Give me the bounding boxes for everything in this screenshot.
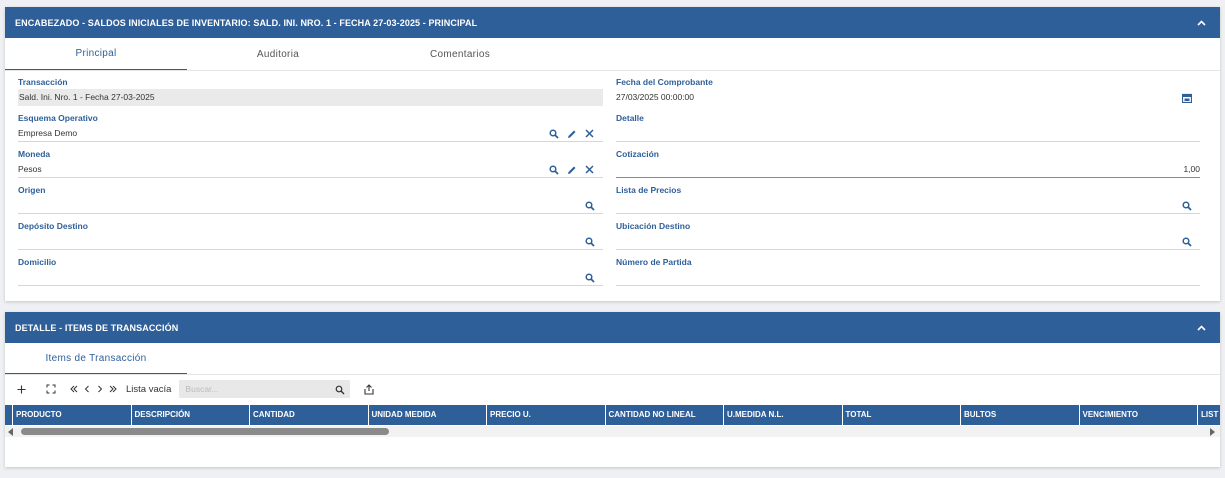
scroll-left-icon[interactable] bbox=[8, 428, 13, 436]
moneda-field: Moneda Pesos bbox=[18, 143, 603, 179]
grid-status: Lista vacía bbox=[126, 383, 172, 395]
ubicacion-label: Ubicación Destino bbox=[616, 221, 691, 231]
edit-icon[interactable] bbox=[566, 164, 577, 175]
horizontal-scrollbar[interactable] bbox=[5, 426, 1220, 437]
detail-panel-title: DETALLE - ITEMS DE TRANSACCIÓN bbox=[15, 322, 179, 333]
column-descripcion[interactable]: DESCRIPCIÓN bbox=[130, 405, 250, 425]
detail-tabs: Items de Transacción bbox=[5, 343, 1220, 375]
column-umedida-nl[interactable]: U.MEDIDA N.L. bbox=[723, 405, 842, 425]
fecha-input[interactable]: 27/03/2025 00:00:00 bbox=[616, 89, 1200, 106]
esquema-label: Esquema Operativo bbox=[18, 113, 98, 123]
prev-page-icon[interactable] bbox=[82, 382, 92, 396]
tab-auditoria[interactable]: Auditoria bbox=[187, 38, 369, 70]
search-icon[interactable] bbox=[548, 128, 559, 139]
clear-icon[interactable] bbox=[584, 128, 595, 139]
tab-items[interactable]: Items de Transacción bbox=[5, 343, 187, 374]
search-icon[interactable] bbox=[1181, 200, 1192, 211]
lista-precios-label: Lista de Precios bbox=[616, 185, 682, 195]
transaccion-field: Transacción Sald. Ini. Nro. 1 - Fecha 27… bbox=[18, 71, 603, 107]
esquema-input[interactable]: Empresa Demo bbox=[18, 125, 603, 142]
domicilio-input[interactable] bbox=[18, 269, 603, 286]
column-cantidad-no-lineal[interactable]: CANTIDAD NO LINEAL bbox=[604, 405, 724, 425]
esquema-field: Esquema Operativo Empresa Demo bbox=[18, 107, 603, 143]
column-precio-u[interactable]: PRECIO U. bbox=[486, 405, 605, 425]
cotizacion-field: Cotización 1,00 bbox=[616, 143, 1200, 179]
header-tabs: Principal Auditoria Comentarios bbox=[5, 38, 1220, 71]
domicilio-field: Domicilio bbox=[18, 251, 603, 287]
partida-field: Número de Partida bbox=[616, 251, 1200, 287]
next-page-icon[interactable] bbox=[95, 382, 105, 396]
column-cantidad[interactable]: CANTIDAD bbox=[249, 405, 368, 425]
deposito-input[interactable] bbox=[18, 233, 603, 250]
ubicacion-input[interactable] bbox=[616, 233, 1200, 250]
partida-input[interactable] bbox=[616, 269, 1200, 286]
origen-label: Origen bbox=[18, 185, 46, 195]
grid-search bbox=[179, 380, 351, 398]
search-icon[interactable] bbox=[334, 384, 345, 395]
moneda-input[interactable]: Pesos bbox=[18, 161, 603, 178]
add-icon[interactable] bbox=[15, 382, 27, 396]
fecha-label: Fecha del Comprobante bbox=[616, 77, 713, 87]
grid-header: PRODUCTO DESCRIPCIÓN CANTIDAD UNIDAD MED… bbox=[5, 405, 1220, 425]
fecha-field: Fecha del Comprobante 27/03/2025 00:00:0… bbox=[616, 71, 1200, 107]
domicilio-label: Domicilio bbox=[18, 257, 57, 267]
edit-icon[interactable] bbox=[566, 128, 577, 139]
detail-panel-bar: DETALLE - ITEMS DE TRANSACCIÓN bbox=[5, 312, 1220, 343]
moneda-label: Moneda bbox=[18, 149, 51, 159]
column-bultos[interactable]: BULTOS bbox=[960, 405, 1079, 425]
deposito-field: Depósito Destino bbox=[18, 215, 603, 251]
lista-precios-input[interactable] bbox=[616, 197, 1200, 214]
export-icon[interactable] bbox=[363, 382, 375, 396]
header-panel-bar: ENCABEZADO - SALDOS INICIALES DE INVENTA… bbox=[5, 7, 1220, 38]
calendar-icon[interactable] bbox=[1181, 92, 1192, 103]
cotizacion-input[interactable]: 1,00 bbox=[616, 161, 1200, 178]
lista-precios-field: Lista de Precios bbox=[616, 179, 1200, 215]
clear-icon[interactable] bbox=[584, 164, 595, 175]
deposito-label: Depósito Destino bbox=[18, 221, 88, 231]
chevron-up-icon[interactable] bbox=[1194, 16, 1208, 30]
column-list[interactable]: LIST bbox=[1197, 405, 1220, 425]
column-vencimiento[interactable]: VENCIMIENTO bbox=[1078, 405, 1198, 425]
transaccion-value: Sald. Ini. Nro. 1 - Fecha 27-03-2025 bbox=[18, 89, 603, 106]
search-icon[interactable] bbox=[584, 200, 595, 211]
header-panel-title: ENCABEZADO - SALDOS INICIALES DE INVENTA… bbox=[15, 17, 478, 28]
expand-icon[interactable] bbox=[45, 382, 57, 396]
cotizacion-label: Cotización bbox=[616, 149, 659, 159]
last-page-icon[interactable] bbox=[108, 382, 118, 396]
grid-search-input[interactable] bbox=[179, 380, 351, 398]
partida-label: Número de Partida bbox=[616, 257, 692, 267]
search-icon[interactable] bbox=[1181, 236, 1192, 247]
scrollbar-thumb[interactable] bbox=[21, 428, 389, 435]
ubicacion-field: Ubicación Destino bbox=[616, 215, 1200, 251]
header-form: Transacción Sald. Ini. Nro. 1 - Fecha 27… bbox=[5, 71, 1220, 298]
detail-panel: DETALLE - ITEMS DE TRANSACCIÓN Items de … bbox=[5, 312, 1220, 467]
search-icon[interactable] bbox=[548, 164, 559, 175]
origen-input[interactable] bbox=[18, 197, 603, 214]
column-unidad-medida[interactable]: UNIDAD MEDIDA bbox=[367, 405, 487, 425]
detalle-label: Detalle bbox=[616, 113, 644, 123]
tab-principal[interactable]: Principal bbox=[5, 38, 187, 70]
grid-toolbar: Lista vacía bbox=[5, 375, 1220, 403]
chevron-up-icon[interactable] bbox=[1194, 321, 1208, 335]
first-page-icon[interactable] bbox=[69, 382, 79, 396]
scroll-right-icon[interactable] bbox=[1210, 428, 1215, 436]
search-icon[interactable] bbox=[584, 236, 595, 247]
column-total[interactable]: TOTAL bbox=[841, 405, 961, 425]
detalle-field: Detalle bbox=[616, 107, 1200, 143]
header-panel: ENCABEZADO - SALDOS INICIALES DE INVENTA… bbox=[5, 7, 1220, 301]
tab-comentarios[interactable]: Comentarios bbox=[369, 38, 551, 70]
column-producto[interactable]: PRODUCTO bbox=[12, 405, 131, 425]
search-icon[interactable] bbox=[584, 272, 595, 283]
detalle-input[interactable] bbox=[616, 125, 1200, 142]
transaccion-label: Transacción bbox=[18, 77, 68, 87]
origen-field: Origen bbox=[18, 179, 603, 215]
